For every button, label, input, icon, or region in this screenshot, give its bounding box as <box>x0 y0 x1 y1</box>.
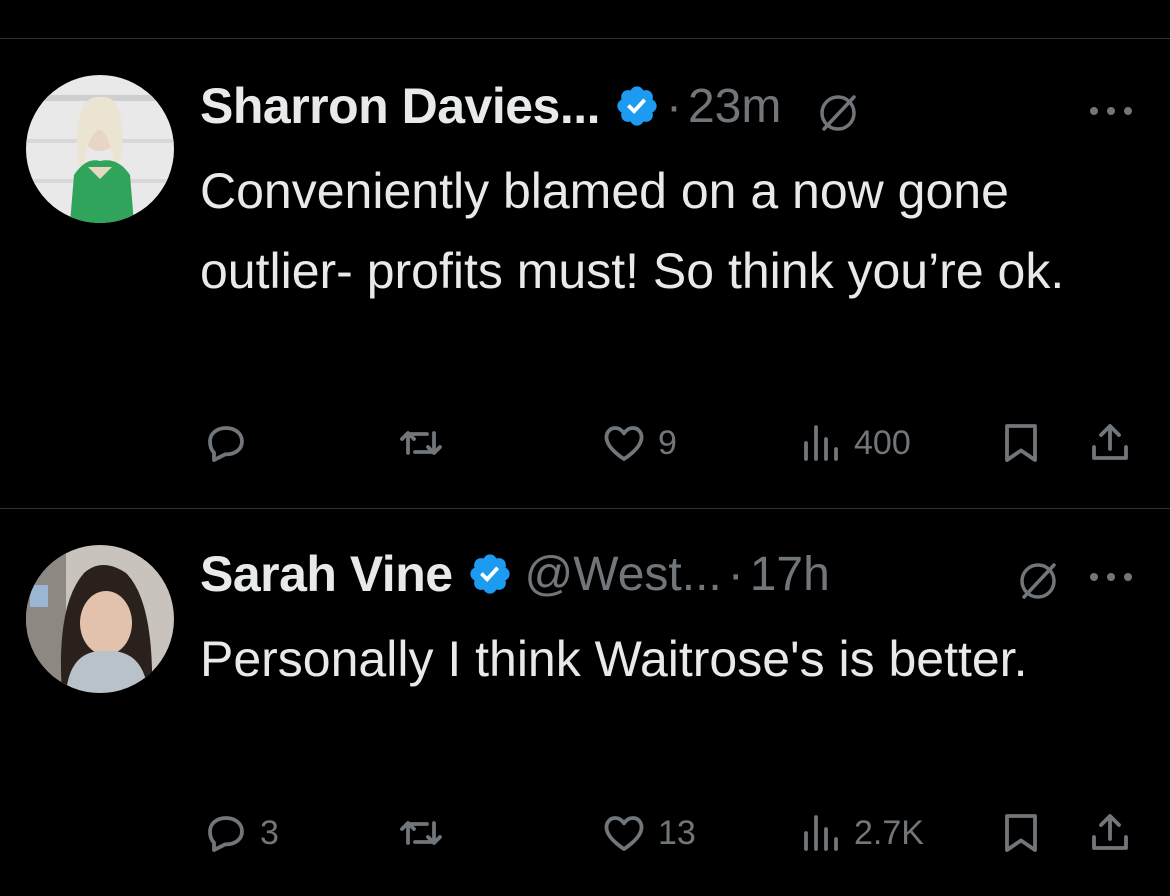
tweet-text: Personally I think Waitrose's is better. <box>200 631 1028 687</box>
verified-badge-icon <box>467 551 513 597</box>
views-icon <box>800 419 844 467</box>
grok-icon[interactable] <box>816 91 860 135</box>
reply-button[interactable]: 3 <box>202 803 279 863</box>
reply-icon <box>202 419 250 467</box>
views-icon <box>800 809 844 857</box>
share-icon <box>1086 809 1134 857</box>
like-icon <box>600 419 648 467</box>
share-icon <box>1086 419 1134 467</box>
timestamp[interactable]: 23m <box>688 79 781 134</box>
action-bar: 9 400 <box>0 413 1170 473</box>
verified-badge-icon <box>614 83 660 129</box>
tweet-text: Conveniently blamed on a now gone outlie… <box>200 163 1065 299</box>
views-button[interactable]: 400 <box>800 413 911 473</box>
retweet-icon <box>396 419 446 467</box>
grok-icon[interactable] <box>1016 559 1060 603</box>
view-count: 2.7K <box>854 813 924 852</box>
avatar[interactable] <box>26 75 174 223</box>
like-count: 9 <box>658 423 677 462</box>
like-icon <box>600 809 648 857</box>
handle[interactable]: @West... <box>525 547 722 602</box>
tweet[interactable]: Sharron Davies... · 23m Conveniently bla… <box>0 39 1170 508</box>
like-count: 13 <box>658 813 696 852</box>
reply-icon <box>202 809 250 857</box>
tweet-header: Sarah Vine @West... · 17h <box>200 539 1140 609</box>
reply-button[interactable] <box>202 413 260 473</box>
retweet-button[interactable] <box>396 803 456 863</box>
separator: · <box>727 547 744 601</box>
like-button[interactable]: 13 <box>600 803 696 863</box>
bookmark-button[interactable] <box>1000 413 1042 473</box>
view-count: 400 <box>854 423 911 462</box>
share-button[interactable] <box>1086 803 1134 863</box>
bookmark-icon <box>1000 419 1042 467</box>
avatar[interactable] <box>26 545 174 693</box>
retweet-button[interactable] <box>396 413 456 473</box>
separator: · <box>666 79 682 133</box>
views-button[interactable]: 2.7K <box>800 803 924 863</box>
timestamp[interactable]: 17h <box>750 547 830 602</box>
share-button[interactable] <box>1086 413 1134 473</box>
display-name[interactable]: Sharron Davies... <box>200 77 601 135</box>
more-icon[interactable] <box>1086 567 1136 587</box>
bookmark-button[interactable] <box>1000 803 1042 863</box>
action-bar: 3 13 2.7K <box>0 803 1170 863</box>
retweet-icon <box>396 809 446 857</box>
tweet[interactable]: Sarah Vine @West... · 17h Personally I t… <box>0 509 1170 896</box>
more-icon[interactable] <box>1086 101 1136 121</box>
bookmark-icon <box>1000 809 1042 857</box>
like-button[interactable]: 9 <box>600 413 677 473</box>
display-name[interactable]: Sarah Vine <box>200 545 453 603</box>
tweet-header: Sharron Davies... · 23m <box>200 71 1140 141</box>
reply-count: 3 <box>260 813 279 852</box>
